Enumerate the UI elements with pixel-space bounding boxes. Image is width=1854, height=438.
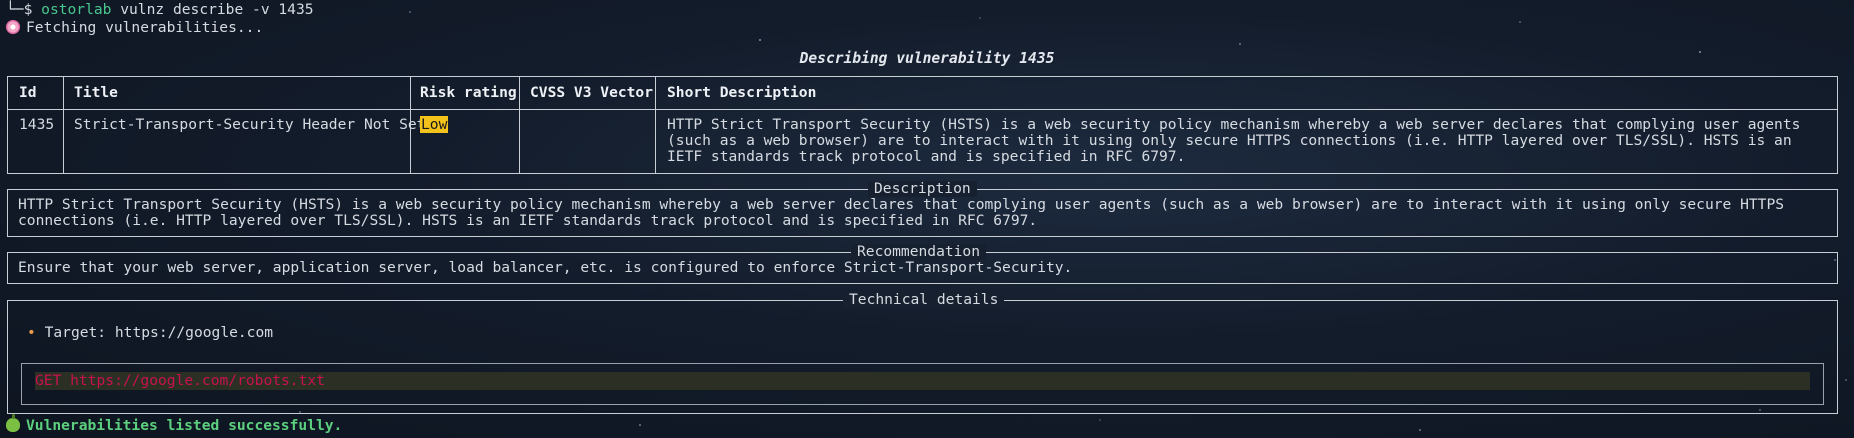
target-item: • Target: https://google.com	[27, 325, 273, 341]
cell-title: Strict-Transport-Security Header Not Set	[74, 116, 426, 133]
cell-id: 1435	[19, 116, 55, 133]
apple-icon	[6, 414, 20, 432]
prompt-user: ostorlab	[41, 1, 112, 18]
success-text: Vulnerabilities listed successfully.	[26, 417, 343, 434]
risk-badge: Low	[420, 116, 449, 133]
column-divider	[655, 77, 656, 173]
code-text: GET https://google.com/robots.txt	[35, 372, 325, 389]
success-status: Vulnerabilities listed successfully.	[6, 414, 343, 434]
code-block: GET https://google.com/robots.txt	[21, 363, 1824, 405]
header-short-description: Short Description	[667, 84, 817, 101]
spinner-icon	[6, 20, 20, 34]
recommendation-panel: Recommendation Ensure that your web serv…	[7, 244, 1838, 284]
header-id: Id	[19, 84, 37, 101]
fetching-text: Fetching vulnerabilities...	[26, 19, 264, 36]
header-risk-rating: Risk rating	[420, 84, 517, 101]
table-caption: Describing vulnerability 1435	[799, 50, 1055, 67]
description-body: HTTP Strict Transport Security (HSTS) is…	[18, 196, 1785, 229]
technical-details-panel: Technical details • Target: https://goog…	[7, 292, 1838, 414]
header-cvss-vector: CVSS V3 Vector	[530, 84, 654, 101]
technical-details-title: Technical details	[843, 292, 1005, 308]
description-title: Description	[868, 181, 977, 197]
header-title: Title	[74, 84, 118, 101]
fetching-status: Fetching vulnerabilities...	[6, 20, 263, 36]
vulnerability-table: Id Title Risk rating CVSS V3 Vector Shor…	[7, 76, 1838, 174]
description-panel: Description HTTP Strict Transport Securi…	[7, 181, 1838, 237]
bullet-icon: •	[27, 324, 36, 341]
table-header-divider	[8, 109, 1837, 110]
command-text: vulnz describe -v 1435	[111, 1, 314, 18]
recommendation-title: Recommendation	[851, 244, 987, 260]
command-line: └─$ ostorlab vulnz describe -v 1435	[6, 2, 314, 18]
target-text: Target: https://google.com	[44, 324, 274, 341]
recommendation-body: Ensure that your web server, application…	[18, 259, 1073, 276]
column-divider	[519, 77, 520, 173]
prompt-prefix: └─$	[6, 1, 42, 18]
column-divider	[63, 77, 64, 173]
cell-short-description: HTTP Strict Transport Security (HSTS) is…	[667, 116, 1801, 165]
